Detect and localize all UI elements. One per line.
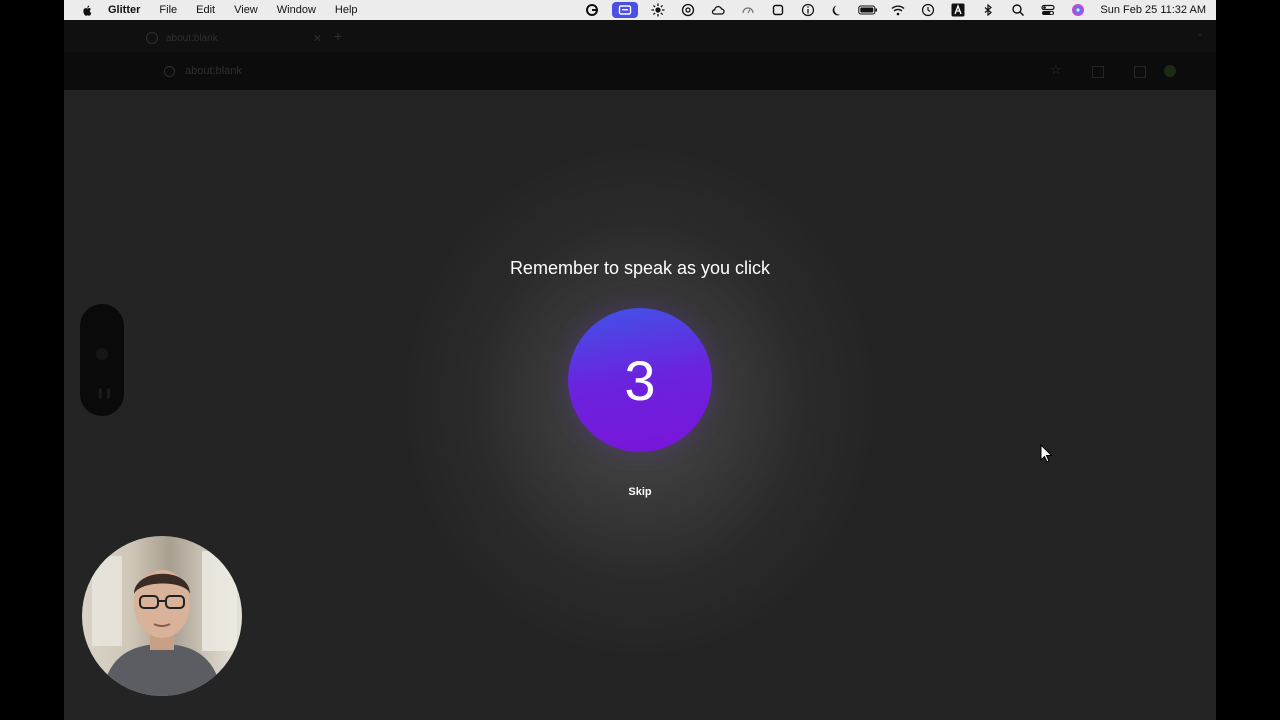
menu-view[interactable]: View (234, 4, 258, 16)
site-info-icon[interactable] (164, 65, 175, 77)
record-icon[interactable] (96, 348, 108, 360)
clock-icon[interactable] (918, 2, 938, 18)
apple-menu-icon[interactable] (80, 3, 94, 17)
menu-file[interactable]: File (159, 4, 177, 16)
sun-icon[interactable] (648, 2, 668, 18)
browser-tab[interactable]: about:blank ✕ (134, 26, 322, 50)
browser-toolbar: about:blank (64, 52, 1216, 90)
status-tray: Sun Feb 25 11:32 AM (572, 2, 1206, 18)
battery-icon[interactable] (858, 2, 878, 18)
extension-icon[interactable] (1092, 66, 1104, 78)
speak-reminder-text: Remember to speak as you click (509, 258, 771, 278)
address-bar[interactable]: about:blank (164, 62, 1024, 80)
new-tab-icon[interactable]: + (334, 28, 342, 44)
webcam-bubble[interactable] (82, 536, 242, 696)
profile-avatar-icon[interactable] (1164, 65, 1176, 77)
g-icon[interactable] (582, 2, 602, 18)
menu-bar: Glitter File Edit View Window Help Sun F… (64, 0, 1216, 20)
search-icon[interactable] (1008, 2, 1028, 18)
cloud-icon[interactable] (708, 2, 728, 18)
app-name-menu[interactable]: Glitter (108, 4, 140, 16)
sidebar-toggle-icon[interactable] (1134, 66, 1146, 78)
a-icon[interactable] (948, 2, 968, 18)
tab-title: about:blank (166, 32, 218, 44)
menu-window[interactable]: Window (277, 4, 316, 16)
at-icon[interactable] (678, 2, 698, 18)
globe-icon (146, 32, 158, 44)
menu-help[interactable]: Help (335, 4, 358, 16)
tab-bar: about:blank ✕ + ⌄ (64, 20, 1216, 52)
address-text: about:blank (185, 65, 242, 77)
moon-icon[interactable] (828, 2, 848, 18)
screen: Glitter File Edit View Window Help Sun F… (0, 0, 1280, 720)
bluetooth-icon[interactable] (978, 2, 998, 18)
info-icon[interactable] (798, 2, 818, 18)
wifi-icon[interactable] (888, 2, 908, 18)
bookmark-star-icon[interactable]: ☆ (1050, 62, 1062, 78)
menu-edit[interactable]: Edit (196, 4, 215, 16)
control-center-icon[interactable] (1038, 2, 1058, 18)
gauge-icon[interactable] (738, 2, 758, 18)
siri-icon[interactable] (1068, 2, 1088, 18)
square-icon[interactable] (768, 2, 788, 18)
countdown-number: 3 (624, 348, 656, 412)
menubar-clock[interactable]: Sun Feb 25 11:32 AM (1100, 4, 1206, 16)
recorder-controls: ❚❚ (80, 304, 124, 416)
skip-button[interactable]: Skip (610, 482, 670, 502)
pause-icon[interactable]: ❚❚ (96, 388, 113, 400)
webcam-person-image (92, 551, 237, 696)
chevron-down-icon[interactable]: ⌄ (1196, 28, 1204, 39)
screen-record-icon[interactable] (612, 2, 639, 18)
tab-close-icon[interactable]: ✕ (313, 32, 322, 45)
mouse-cursor-icon (1040, 444, 1053, 463)
countdown-circle: 3 (568, 308, 712, 452)
